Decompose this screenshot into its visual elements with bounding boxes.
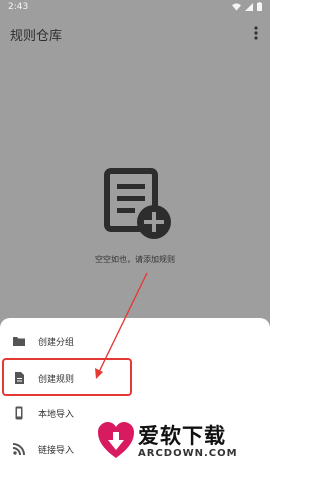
page-title: 规则仓库 [10,29,63,44]
watermark: 爱软下载 ARCDOWN.COM [96,418,264,474]
folder-icon [13,337,25,346]
rss-icon [12,443,25,456]
create-group-label: 创建分组 [38,338,75,348]
local-import-label: 本地导入 [38,410,75,420]
empty-message: 空空如也，请添加规则 [95,255,175,264]
watermark-subtitle: ARCDOWN.COM [138,448,238,459]
phone-icon [15,406,23,420]
screen: 2:43 规则仓库 空空如也，请添加规则 创建分组 创建规则 本地导入 链接导入… [0,0,270,480]
watermark-title: 爱软下载 [138,424,226,448]
create-group-item[interactable]: 创建分组 [0,326,270,356]
wifi-icon [232,2,241,11]
link-import-label: 链接导入 [38,446,75,456]
status-time: 2:43 [8,2,29,12]
app-bar: 规则仓库 [0,14,270,52]
more-options-icon[interactable] [248,22,264,44]
battery-icon [257,2,262,11]
highlight-box [2,358,132,396]
add-rule-document-icon [104,168,171,239]
status-bar: 2:43 [0,0,270,14]
signal-icon [245,2,253,11]
watermark-logo [98,422,134,458]
status-icons [232,2,262,11]
